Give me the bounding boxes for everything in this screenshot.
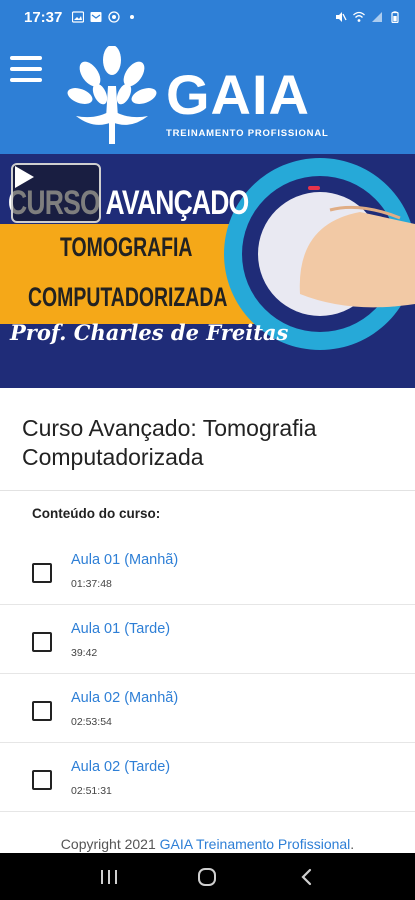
footer-prefix: Copyright 2021: [60, 836, 160, 852]
menu-icon-bar: [10, 67, 42, 71]
message-icon: [90, 12, 102, 22]
lesson-duration: 01:37:48: [71, 578, 112, 590]
lesson-item[interactable]: Aula 02 (Tarde) 02:51:31: [0, 743, 415, 812]
status-bar: 17:37: [0, 0, 415, 34]
menu-button[interactable]: [10, 56, 42, 82]
lesson-checkbox[interactable]: [32, 701, 52, 721]
lesson-item[interactable]: Aula 02 (Manhã) 02:53:54: [0, 674, 415, 743]
lesson-title[interactable]: Aula 02 (Manhã): [71, 690, 178, 706]
lesson-checkbox[interactable]: [32, 632, 52, 652]
recent-apps-button[interactable]: [89, 857, 129, 897]
lesson-duration: 02:51:31: [71, 785, 112, 797]
lesson-item[interactable]: Aula 01 (Manhã) 01:37:48: [0, 536, 415, 605]
whatsapp-icon: [108, 11, 121, 23]
menu-icon-bar: [10, 78, 42, 82]
lesson-item[interactable]: Aula 01 (Tarde) 39:42: [0, 605, 415, 674]
brand-subtitle: TREINAMENTO PROFISSIONAL: [166, 128, 329, 139]
footer-link[interactable]: GAIA Treinamento Profissional: [160, 836, 351, 852]
status-left: 17:37: [24, 8, 135, 26]
app-header: GAIA TREINAMENTO PROFISSIONAL: [0, 34, 415, 154]
lesson-duration: 02:53:54: [71, 716, 112, 728]
signal-icon: [372, 12, 382, 22]
lesson-title[interactable]: Aula 02 (Tarde): [71, 759, 170, 775]
course-video-banner[interactable]: CURSO AVANÇADO TOMOGRAFIA COMPUTADORIZAD…: [0, 154, 415, 388]
home-button[interactable]: [187, 857, 227, 897]
banner-line4: Prof. Charles de Freitas: [10, 320, 289, 345]
back-icon: [301, 868, 311, 885]
banner-line2: TOMOGRAFIA: [60, 232, 193, 262]
banner-line3: COMPUTADORIZADA: [28, 282, 228, 312]
android-nav-bar: [0, 853, 415, 900]
mute-icon: [336, 12, 347, 22]
lesson-list: Aula 01 (Manhã) 01:37:48 Aula 01 (Tarde)…: [0, 536, 415, 812]
home-icon: [198, 867, 217, 886]
image-icon: [72, 11, 85, 23]
course-content-label: Conteúdo do curso:: [32, 506, 161, 521]
menu-icon-bar: [10, 56, 42, 60]
status-right: [335, 11, 401, 23]
battery-icon: [391, 11, 399, 23]
course-title: Curso Avançado: Tomografia Computadoriza…: [22, 415, 317, 470]
play-button[interactable]: [11, 163, 101, 223]
status-time: 17:37: [24, 8, 63, 26]
brand-name: GAIA: [166, 63, 310, 126]
wifi-icon: [353, 11, 365, 22]
lesson-title[interactable]: Aula 01 (Manhã): [71, 552, 178, 568]
recent-apps-icon: [101, 869, 118, 884]
lesson-checkbox[interactable]: [32, 563, 52, 583]
lesson-title[interactable]: Aula 01 (Tarde): [71, 621, 170, 637]
divider: [0, 490, 415, 491]
lesson-duration: 39:42: [71, 647, 98, 659]
play-icon: [15, 166, 34, 188]
brand-logo: GAIA TREINAMENTO PROFISSIONAL: [66, 46, 356, 146]
back-button[interactable]: [286, 857, 326, 897]
lesson-checkbox[interactable]: [32, 770, 52, 790]
footer-suffix: .: [350, 836, 355, 852]
dot-icon: [130, 15, 135, 19]
footer-copyright: Copyright 2021 GAIA Treinamento Profissi…: [0, 836, 415, 852]
tree-icon: [67, 46, 157, 144]
